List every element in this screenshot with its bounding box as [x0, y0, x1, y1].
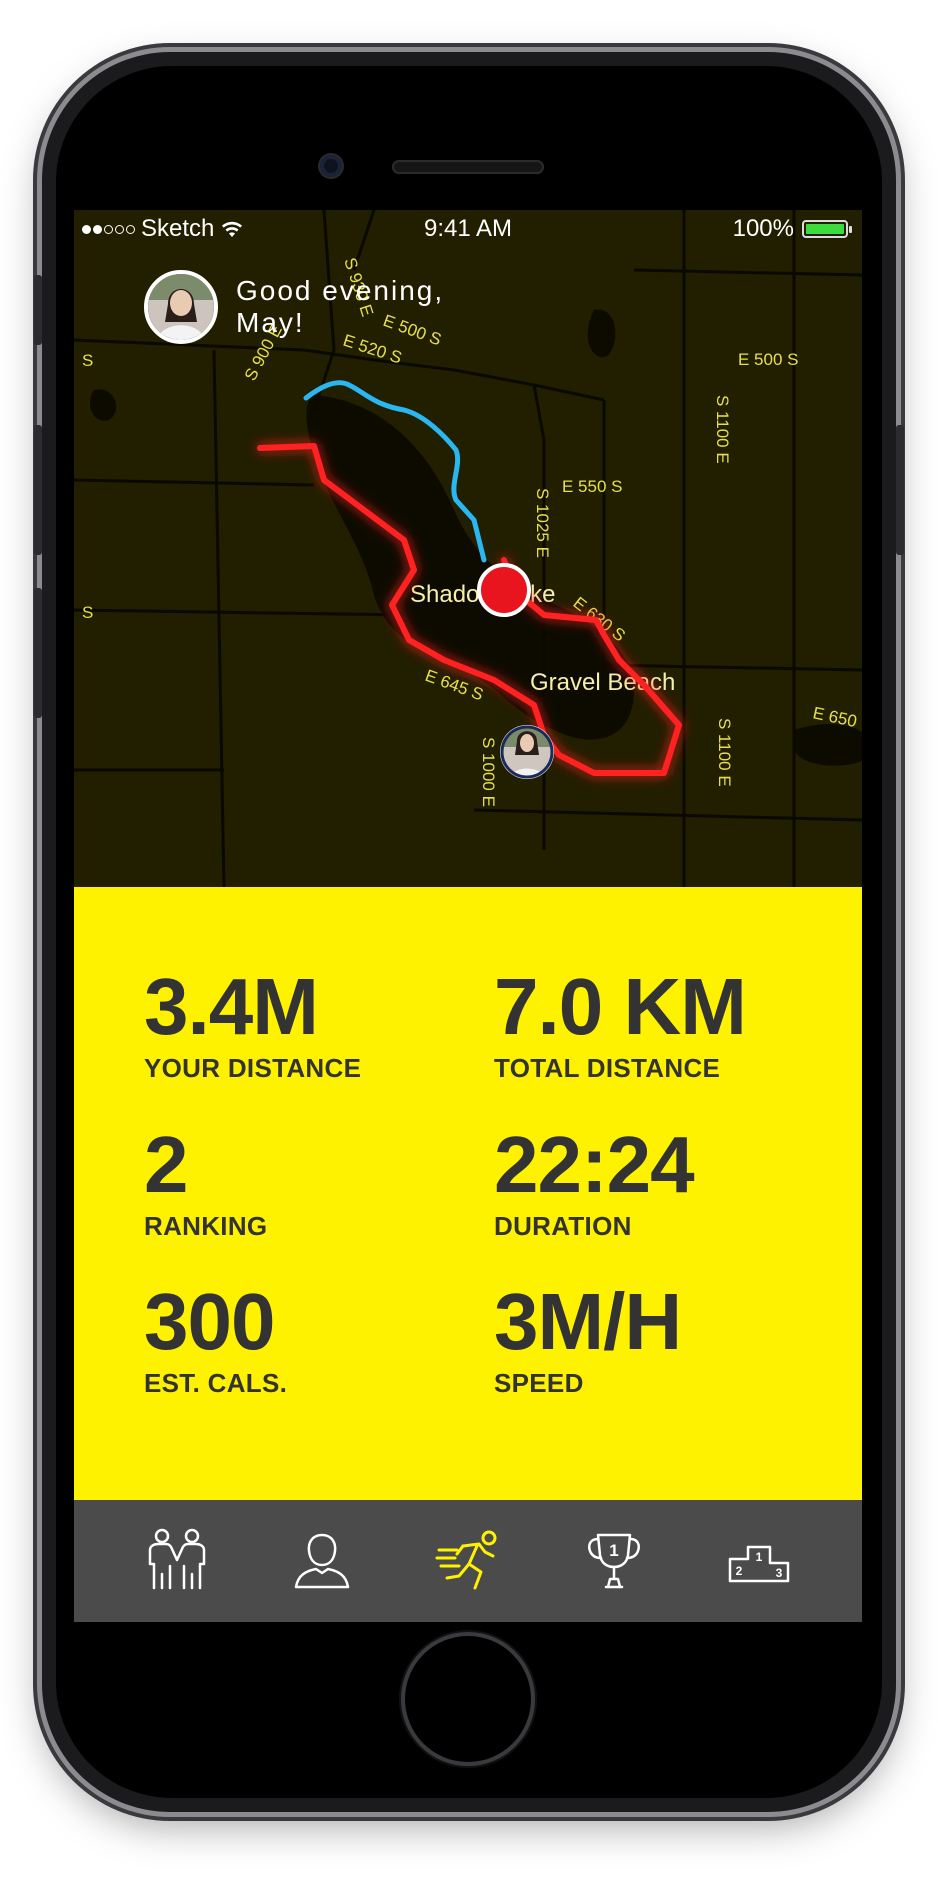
stat-est-cals: 300 EST. CALS.: [144, 1277, 288, 1399]
stat-duration: 22:24 DURATION: [494, 1120, 695, 1242]
svg-text:1: 1: [756, 1550, 763, 1564]
volume-down-button: [34, 588, 42, 718]
svg-text:3: 3: [776, 1566, 783, 1580]
stat-value: 3.4M: [144, 962, 319, 1051]
road-label: S 1000 E: [479, 737, 498, 807]
battery-icon: [802, 220, 852, 238]
stat-speed: 3M/H SPEED: [494, 1277, 682, 1399]
current-position-marker[interactable]: [477, 563, 531, 617]
friends-icon: [148, 1528, 206, 1590]
status-bar: Sketch 9:41 AM 100%: [74, 210, 862, 250]
front-camera: [320, 155, 342, 177]
stats-panel: 3.4M YOUR DISTANCE 7.0 KM TOTAL DISTANCE…: [74, 887, 862, 1500]
road-label: S: [82, 603, 93, 622]
podium-icon: 2 1 3: [728, 1545, 790, 1583]
battery-percent: 100%: [732, 215, 794, 242]
svg-text:2: 2: [736, 1564, 743, 1578]
greeting-header: Good evening, May!: [144, 270, 496, 344]
stat-your-distance: 3.4M YOUR DISTANCE: [144, 962, 362, 1084]
stat-label: DURATION: [494, 1211, 632, 1241]
greeting-text: Good evening, May!: [236, 275, 445, 338]
stat-ranking: 2 RANKING: [144, 1120, 268, 1242]
user-photo: [148, 274, 214, 340]
tab-leaderboard[interactable]: 2 1 3: [719, 1521, 799, 1601]
stat-value: 2: [144, 1120, 189, 1209]
home-button[interactable]: [405, 1636, 531, 1762]
power-button: [896, 425, 904, 555]
stat-value: 22:24: [494, 1120, 695, 1209]
road-label: E 500 S: [738, 350, 799, 369]
road-label: S 1025 E: [533, 488, 552, 558]
user-avatar[interactable]: [144, 270, 218, 344]
earpiece-speaker: [392, 160, 544, 174]
stat-value: 3M/H: [494, 1277, 682, 1366]
stat-label: YOUR DISTANCE: [144, 1053, 362, 1083]
stat-value: 7.0 KM: [494, 962, 747, 1051]
mute-switch: [34, 275, 42, 345]
road-label: S 1100 E: [713, 395, 732, 464]
svg-text:1: 1: [609, 1541, 618, 1560]
stat-label: TOTAL DISTANCE: [494, 1053, 721, 1083]
road-label: S: [82, 351, 93, 370]
battery-status: 100%: [732, 215, 852, 243]
stat-label: EST. CALS.: [144, 1368, 288, 1398]
stat-total-distance: 7.0 KM TOTAL DISTANCE: [494, 962, 747, 1084]
profile-icon: [295, 1533, 350, 1589]
tab-run[interactable]: [428, 1521, 508, 1601]
road-label: E 550 S: [562, 477, 623, 496]
tab-trophy[interactable]: 1: [574, 1521, 654, 1601]
stat-value: 300: [144, 1277, 275, 1366]
volume-up-button: [34, 425, 42, 555]
stat-label: SPEED: [494, 1368, 584, 1398]
trophy-icon: 1: [587, 1533, 640, 1589]
app-screen: S 930 E E 500 S E 520 S S 900 E E 550 S …: [74, 210, 862, 1622]
tab-profile[interactable]: [282, 1521, 362, 1601]
tab-friends[interactable]: [137, 1521, 217, 1601]
running-man-icon: [435, 1530, 497, 1590]
road-label: S 1100 E: [715, 718, 734, 787]
tab-bar: 1 2 1 3: [74, 1500, 862, 1622]
stat-label: RANKING: [144, 1211, 268, 1241]
